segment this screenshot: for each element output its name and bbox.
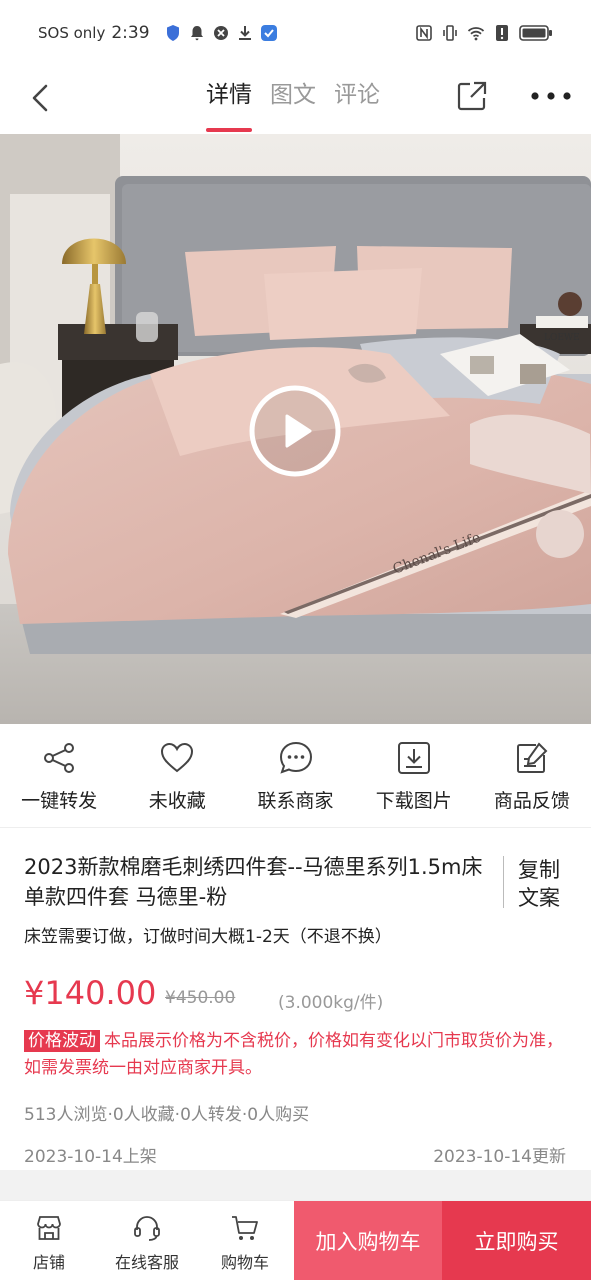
feedback-label: 商品反馈 [493,790,570,812]
battery-icon [519,25,552,41]
section-divider [0,1170,591,1200]
product-stats: 513人浏览·0人收藏·0人转发·0人购买 [24,1105,310,1125]
nav-header: 详情 图文 评论 [0,66,591,134]
back-arrow-icon[interactable] [26,80,56,116]
download-label: 下载图片 [375,790,452,812]
chat-bubble-icon [279,741,312,774]
action-row: 一键转发 未收藏 联系商家 下载图片 商品反馈 [0,724,591,828]
price-row: ¥140.00 ¥450.00 (3.000kg/件) [24,968,574,1016]
store-label: 店铺 [32,1253,65,1272]
copy-text-button[interactable]: 复制文案 [503,856,575,910]
feedback-icon [516,742,548,773]
block-icon [213,26,228,40]
tab-bar: 详情 图文 评论 [206,66,380,134]
customer-service-label: 在线客服 [114,1253,179,1272]
download-action[interactable]: 下载图片 [355,724,473,827]
price-fluctuation-notice: 价格波动 本品展示价格为不含税价，价格如有变化以门市取货价为准，如需发票统一由对应… [24,1028,564,1082]
book-text: LOEWE [544,333,580,343]
favorite-action[interactable]: 未收藏 [118,724,236,827]
headset-icon [134,1216,160,1241]
product-title: 2023新款棉磨毛刺绣四件套--马德里系列1.5m床单款四件套 马德里-粉 [24,855,483,909]
cart-label: 购物车 [220,1253,269,1272]
customer-service-button[interactable]: 在线客服 [98,1201,196,1280]
clock: 2:39 [111,23,150,43]
original-price: ¥450.00 [165,988,236,1008]
listed-date: 2023-10-14上架 [24,1147,157,1167]
heart-icon [161,742,194,773]
contact-label: 联系商家 [257,790,334,812]
tab-details[interactable]: 详情 [206,66,252,134]
feedback-action[interactable]: 商品反馈 [473,724,591,827]
contact-seller-action[interactable]: 联系商家 [236,724,354,827]
share-label: 一键转发 [21,790,98,812]
cart-button[interactable]: 购物车 [196,1201,294,1280]
unit-weight: (3.000kg/件) [278,993,384,1013]
product-title-block: 2023新款棉磨毛刺绣四件套--马德里系列1.5m床单款四件套 马德里-粉 [24,852,494,912]
alert-icon [496,25,508,41]
buy-now-button[interactable]: 立即购买 [442,1201,591,1280]
vibrate-icon [443,25,457,41]
more-menu-icon[interactable] [530,86,572,106]
favorite-label: 未收藏 [148,790,206,812]
external-share-icon[interactable] [456,80,488,112]
current-price: ¥140.00 [24,974,157,1012]
carrier-text: SOS only [38,24,106,42]
app-badge-icon [260,25,277,41]
wifi-icon [467,27,485,41]
tab-images[interactable]: 图文 [270,66,316,134]
cart-icon [232,1216,258,1240]
download-icon [397,742,430,774]
add-to-cart-button[interactable]: 加入购物车 [294,1201,442,1280]
product-dates: 2023-10-14上架 2023-10-14更新 [24,1142,566,1167]
updated-date: 2023-10-14更新 [433,1147,566,1167]
store-icon [37,1216,61,1240]
product-image[interactable]: LOEWE Chenal's Life [0,134,591,724]
price-fluctuation-tag: 价格波动 [24,1030,100,1052]
bell-icon [190,26,203,41]
store-button[interactable]: 店铺 [0,1201,98,1280]
bottom-action-bar: 店铺 在线客服 购物车 加入购物车 立即购买 [0,1200,591,1280]
play-video-icon[interactable] [248,384,342,478]
shield-icon [166,25,179,41]
status-bar: SOS only 2:39 [0,0,591,66]
share-nodes-icon [44,743,75,773]
nfc-icon [416,25,432,41]
download-status-icon [238,26,251,40]
price-fluctuation-text: 本品展示价格为不含税价，价格如有变化以门市取货价为准，如需发票统一由对应商家开具… [24,1031,563,1078]
share-action[interactable]: 一键转发 [0,724,118,827]
product-note: 床笠需要订做，订做时间大概1-2天（不退不换） [24,927,392,947]
tab-reviews[interactable]: 评论 [334,66,380,134]
